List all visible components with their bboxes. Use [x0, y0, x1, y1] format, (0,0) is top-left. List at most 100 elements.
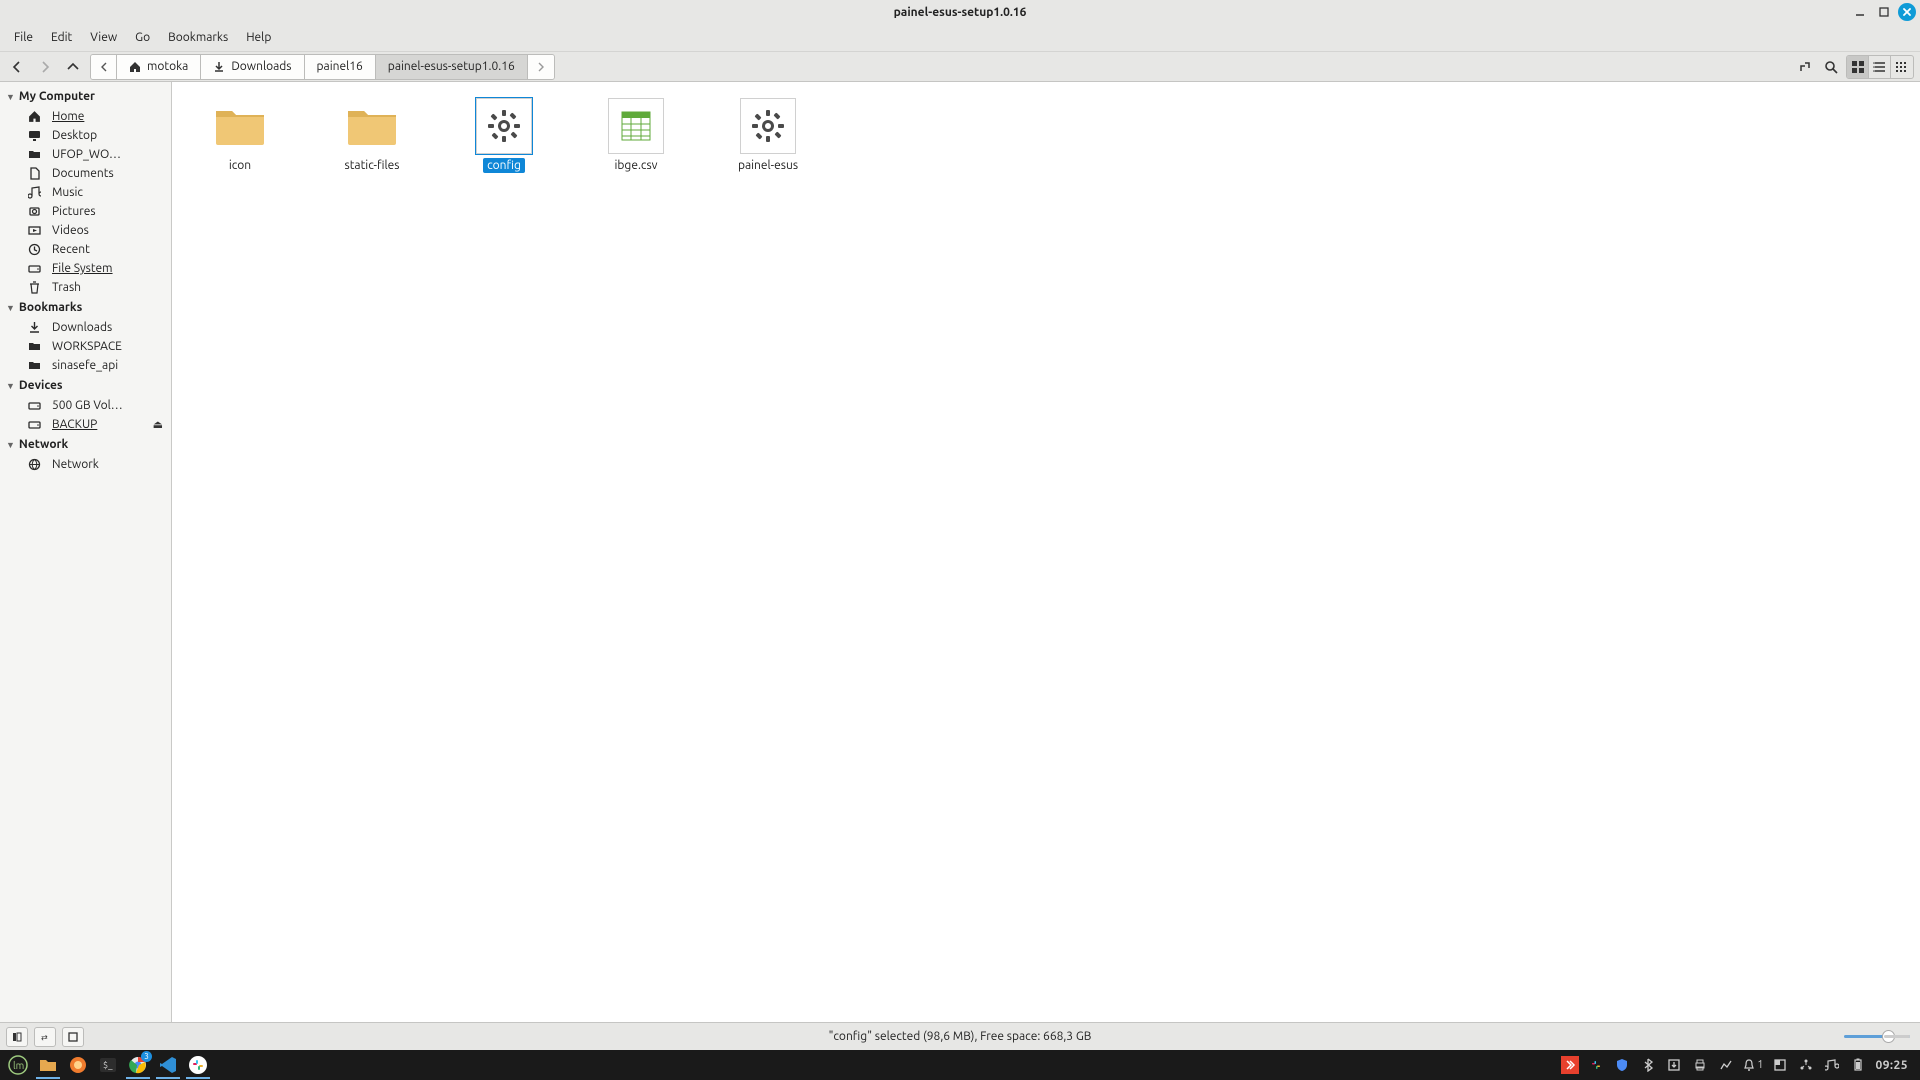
- sidebar-item-label: sinasefe_api: [52, 359, 118, 372]
- menu-file[interactable]: File: [6, 27, 41, 48]
- tray-notifications-icon[interactable]: 1: [1743, 1056, 1763, 1074]
- sidebar-header-mycomputer[interactable]: ▼My Computer: [0, 86, 171, 107]
- forward-button[interactable]: [34, 56, 56, 78]
- start-menu-button[interactable]: lm: [4, 1051, 32, 1079]
- sidebar-item-workspace[interactable]: WORKSPACE: [0, 337, 171, 356]
- sidebar-item-backup[interactable]: BACKUP ⏏: [0, 415, 171, 434]
- tray-workspace-icon[interactable]: [1771, 1056, 1789, 1074]
- download-icon: [28, 321, 44, 334]
- tray-sound-icon[interactable]: [1823, 1056, 1841, 1074]
- breadcrumb-next[interactable]: [528, 55, 554, 79]
- tray-redshift-icon[interactable]: [1717, 1056, 1735, 1074]
- menu-edit[interactable]: Edit: [43, 27, 80, 48]
- crumb-label: painel16: [317, 60, 363, 73]
- close-button[interactable]: [1898, 3, 1916, 21]
- eject-icon[interactable]: ⏏: [153, 418, 163, 431]
- task-slack[interactable]: [184, 1051, 212, 1079]
- sidebar-header-bookmarks[interactable]: ▼Bookmarks: [0, 297, 171, 318]
- close-sidepane-button[interactable]: [62, 1027, 84, 1047]
- list-view-button[interactable]: [1869, 56, 1891, 78]
- home-icon: [28, 110, 44, 123]
- crumb-label: painel-esus-setup1.0.16: [388, 60, 515, 73]
- zoom-thumb[interactable]: [1882, 1030, 1895, 1043]
- file-item-painel-esus[interactable]: painel-esus: [718, 94, 818, 177]
- main-area: ▼My Computer Home Desktop UFOP_WO… Docum…: [0, 82, 1920, 1022]
- folder-icon: [344, 98, 400, 154]
- task-files[interactable]: [34, 1051, 62, 1079]
- sidebar-item-label: 500 GB Vol…: [52, 399, 123, 412]
- file-item-icon[interactable]: icon: [190, 94, 290, 177]
- menu-go[interactable]: Go: [127, 27, 158, 48]
- up-button[interactable]: [62, 56, 84, 78]
- sidebar-item-documents[interactable]: Documents: [0, 164, 171, 183]
- task-chrome[interactable]: 3: [124, 1051, 152, 1079]
- tray-shield-icon[interactable]: [1613, 1056, 1631, 1074]
- sidebar-item-label: Music: [52, 186, 83, 199]
- chevron-down-icon: ▼: [6, 92, 15, 102]
- crumb-motoka[interactable]: motoka: [117, 55, 201, 79]
- crumb-label: Downloads: [231, 60, 291, 73]
- file-item-config[interactable]: config: [454, 94, 554, 177]
- chevron-down-icon: ▼: [6, 440, 15, 450]
- breadcrumb-prev[interactable]: [91, 55, 117, 79]
- folder-icon: [28, 340, 44, 353]
- tray-update-icon[interactable]: [1665, 1056, 1683, 1074]
- sidebar-item-label: Desktop: [52, 129, 97, 142]
- view-mode-group: [1846, 55, 1914, 79]
- sidebar-item-label: Home: [52, 110, 84, 123]
- task-vscode[interactable]: [154, 1051, 182, 1079]
- sidebar-item-sinasefe[interactable]: sinasefe_api: [0, 356, 171, 375]
- sidebar-item-recent[interactable]: Recent: [0, 240, 171, 259]
- tray-network-icon[interactable]: [1797, 1056, 1815, 1074]
- window-title: painel-esus-setup1.0.16: [894, 6, 1027, 19]
- show-places-button[interactable]: [6, 1027, 28, 1047]
- file-item-ibge-csv[interactable]: ibge.csv: [586, 94, 686, 177]
- tray-battery-icon[interactable]: [1849, 1056, 1867, 1074]
- zoom-slider[interactable]: [1844, 1035, 1910, 1038]
- file-label: painel-esus: [734, 158, 802, 173]
- disk-icon: [28, 399, 44, 412]
- task-terminal[interactable]: $_: [94, 1051, 122, 1079]
- crumb-painel16[interactable]: painel16: [305, 55, 376, 79]
- sidebar-item-ufop[interactable]: UFOP_WO…: [0, 145, 171, 164]
- show-tree-button[interactable]: ⇄: [34, 1027, 56, 1047]
- sidebar-header-network[interactable]: ▼Network: [0, 434, 171, 455]
- sidebar-item-music[interactable]: Music: [0, 183, 171, 202]
- icon-view-button[interactable]: [1847, 56, 1869, 78]
- trash-icon: [28, 281, 44, 294]
- sidebar-item-filesystem[interactable]: File System: [0, 259, 171, 278]
- clock[interactable]: 09:25: [1875, 1059, 1908, 1072]
- sidebar-item-network[interactable]: Network: [0, 455, 171, 474]
- sidebar-item-pictures[interactable]: Pictures: [0, 202, 171, 221]
- search-button[interactable]: [1820, 56, 1842, 78]
- download-icon: [213, 61, 225, 73]
- sidebar-item-label: Trash: [52, 281, 81, 294]
- maximize-button[interactable]: [1874, 2, 1894, 22]
- compact-view-button[interactable]: [1891, 56, 1913, 78]
- menu-view[interactable]: View: [82, 27, 125, 48]
- sidebar-item-label: BACKUP: [52, 418, 97, 431]
- tray-slack-icon[interactable]: [1587, 1056, 1605, 1074]
- file-view[interactable]: icon static-files config ibge.csv: [172, 82, 1920, 1022]
- sidebar-item-downloads[interactable]: Downloads: [0, 318, 171, 337]
- task-firefox[interactable]: [64, 1051, 92, 1079]
- sidebar-item-trash[interactable]: Trash: [0, 278, 171, 297]
- tray-printer-icon[interactable]: [1691, 1056, 1709, 1074]
- back-button[interactable]: [6, 56, 28, 78]
- sidebar-item-home[interactable]: Home: [0, 107, 171, 126]
- menu-bookmarks[interactable]: Bookmarks: [160, 27, 236, 48]
- file-item-static-files[interactable]: static-files: [322, 94, 422, 177]
- toggle-location-button[interactable]: [1794, 56, 1816, 78]
- sidebar-header-devices[interactable]: ▼Devices: [0, 375, 171, 396]
- sidebar-item-videos[interactable]: Videos: [0, 221, 171, 240]
- minimize-button[interactable]: [1850, 2, 1870, 22]
- crumb-downloads[interactable]: Downloads: [201, 55, 304, 79]
- tray-anydesk-icon[interactable]: [1561, 1056, 1579, 1074]
- taskbar: lm $_ 3 1 09:25: [0, 1050, 1920, 1080]
- tray-bluetooth-icon[interactable]: [1639, 1056, 1657, 1074]
- sidebar-item-label: WORKSPACE: [52, 340, 122, 353]
- sidebar-item-500gb[interactable]: 500 GB Vol…: [0, 396, 171, 415]
- sidebar-item-desktop[interactable]: Desktop: [0, 126, 171, 145]
- menu-help[interactable]: Help: [238, 27, 279, 48]
- crumb-current[interactable]: painel-esus-setup1.0.16: [376, 55, 528, 79]
